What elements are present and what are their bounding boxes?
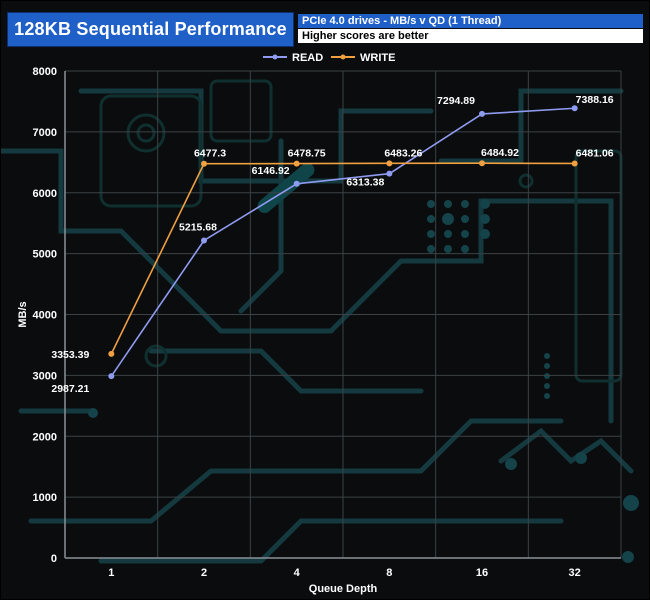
data-point-read: [293, 180, 300, 187]
data-point-write: [386, 160, 393, 167]
data-point-read: [386, 170, 393, 177]
y-tick-label: 7000: [33, 127, 57, 139]
y-tick-label: 1000: [33, 492, 57, 504]
x-tick-label: 2: [201, 567, 207, 579]
data-point-write: [108, 350, 115, 357]
x-tick-label: 1: [108, 567, 114, 579]
data-label-read: 6146.92: [252, 165, 290, 177]
x-tick-label: 8: [386, 567, 392, 579]
data-point-read: [479, 110, 485, 117]
data-label-read: 5215.68: [179, 221, 217, 233]
y-tick-label: 6000: [33, 188, 57, 200]
data-label-read: 7388.16: [576, 94, 614, 106]
data-point-write: [479, 160, 485, 167]
data-point-write: [571, 160, 578, 167]
legend-marker-write: [340, 54, 346, 60]
data-point-write: [293, 160, 300, 167]
data-point-read: [108, 373, 115, 380]
y-axis-title: MB/s: [17, 301, 29, 327]
y-tick-label: 8000: [33, 66, 57, 78]
data-label-write: 3353.39: [51, 349, 89, 361]
data-label-write: 6478.75: [288, 148, 326, 160]
x-tick-label: 4: [294, 567, 301, 579]
x-tick-label: 16: [476, 567, 488, 579]
data-label-write: 6477.3: [194, 148, 226, 160]
data-label-read: 2987.21: [51, 383, 89, 395]
data-label-read: 6313.38: [346, 177, 384, 189]
data-label-write: 6481.06: [576, 147, 614, 159]
x-axis-title: Queue Depth: [309, 583, 378, 595]
data-label-read: 7294.89: [437, 95, 475, 107]
line-chart: 0 1000 2000 3000 4000 5000 6000 7000 8000 1 2 4 8 16 3…: [17, 52, 622, 595]
data-label-write: 6484.92: [481, 147, 519, 159]
data-point-write: [201, 160, 207, 167]
y-tick-label: 3000: [33, 370, 57, 382]
legend-label-read: READ: [292, 52, 323, 64]
legend-marker-read: [272, 54, 278, 60]
y-tick-label: 4000: [33, 310, 57, 322]
x-tick-label: 32: [569, 567, 581, 579]
data-label-write: 6483.26: [384, 147, 422, 159]
y-tick-label: 0: [51, 553, 57, 565]
data-point-read: [201, 237, 207, 244]
y-tick-label: 2000: [33, 431, 57, 443]
legend-label-write: WRITE: [360, 52, 395, 64]
y-tick-label: 5000: [33, 249, 57, 261]
chart-frame: 128KB Sequential Performance PCIe 4.0 dr…: [0, 0, 650, 600]
